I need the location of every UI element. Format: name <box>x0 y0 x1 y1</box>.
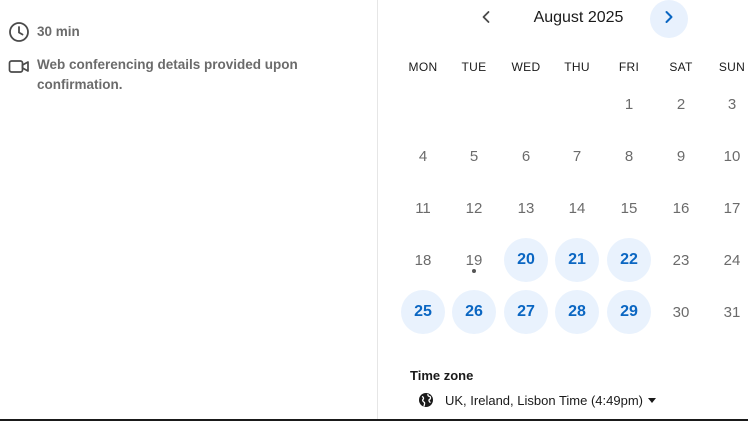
timezone-label: Time zone <box>410 368 474 383</box>
available-day-27[interactable]: 27 <box>504 290 548 334</box>
calendar-day-3: 3 <box>710 82 748 126</box>
calendar-day-31: 31 <box>710 290 748 334</box>
calendar-day-5: 5 <box>452 134 496 178</box>
conferencing-row: Web conferencing details provided upon c… <box>8 55 337 95</box>
calendar-day-1: 1 <box>607 82 651 126</box>
available-day-26[interactable]: 26 <box>452 290 496 334</box>
weekday-tue: TUE <box>461 60 487 74</box>
globe-icon <box>418 392 434 408</box>
calendar-day-17: 17 <box>710 186 748 230</box>
day-number: 4 <box>418 147 428 165</box>
calendar-day-2: 2 <box>659 82 703 126</box>
event-details-panel: 30 min Web conferencing details provided… <box>0 0 377 419</box>
video-camera-icon <box>8 55 30 77</box>
calendar-header: August 2025 <box>378 0 748 40</box>
conferencing-text: Web conferencing details provided upon c… <box>37 57 298 92</box>
calendar-day-11: 11 <box>401 186 445 230</box>
weekday-wed: WED <box>511 60 541 74</box>
day-number: 30 <box>672 303 690 321</box>
calendar-day-16: 16 <box>659 186 703 230</box>
next-month-button[interactable] <box>650 0 688 38</box>
timezone-value: UK, Ireland, Lisbon Time (4:49pm) <box>445 392 643 408</box>
weekday-fri: FRI <box>618 60 640 74</box>
day-number: 6 <box>521 147 531 165</box>
timezone-selector[interactable]: UK, Ireland, Lisbon Time (4:49pm) <box>418 392 656 408</box>
calendar-day-8: 8 <box>607 134 651 178</box>
day-number: 22 <box>620 251 638 268</box>
day-number: 25 <box>414 303 432 320</box>
day-number: 11 <box>415 199 431 217</box>
calendar-day-15: 15 <box>607 186 651 230</box>
previous-month-button[interactable] <box>467 0 505 38</box>
calendar-day-18: 18 <box>401 238 445 282</box>
day-number: 16 <box>672 199 690 217</box>
available-day-21[interactable]: 21 <box>555 238 599 282</box>
calendar-day-10: 10 <box>710 134 748 178</box>
caret-down-icon <box>647 397 656 403</box>
weekday-thu: THU <box>564 60 590 74</box>
chevron-left-icon <box>479 10 493 29</box>
available-day-22[interactable]: 22 <box>607 238 651 282</box>
day-number: 9 <box>676 147 686 165</box>
day-number: 5 <box>469 147 479 165</box>
day-number: 26 <box>465 303 483 320</box>
calendar-day-13: 13 <box>504 186 548 230</box>
available-day-29[interactable]: 29 <box>607 290 651 334</box>
clock-icon <box>8 21 30 43</box>
day-number: 7 <box>572 147 582 165</box>
day-number: 12 <box>465 199 483 217</box>
weekday-sun: SUN <box>718 60 746 74</box>
calendar-day-24: 24 <box>710 238 748 282</box>
available-day-28[interactable]: 28 <box>555 290 599 334</box>
day-number: 15 <box>620 199 638 217</box>
panel-divider <box>377 0 378 419</box>
duration-row: 30 min <box>8 21 80 43</box>
day-number: 20 <box>517 251 535 268</box>
day-number: 10 <box>723 147 741 165</box>
day-number: 24 <box>723 251 741 269</box>
day-number: 14 <box>568 199 586 217</box>
day-number: 18 <box>414 251 432 269</box>
day-number: 13 <box>517 199 535 217</box>
available-day-20[interactable]: 20 <box>504 238 548 282</box>
calendar-day-9: 9 <box>659 134 703 178</box>
day-number: 27 <box>517 303 535 320</box>
calendar-day-30: 30 <box>659 290 703 334</box>
day-number: 2 <box>676 95 686 113</box>
day-number: 3 <box>727 95 737 113</box>
day-number: 8 <box>624 147 634 165</box>
calendar-day-14: 14 <box>555 186 599 230</box>
day-number: 21 <box>568 251 586 268</box>
day-number: 1 <box>624 95 634 113</box>
chevron-right-icon <box>662 10 676 29</box>
weekday-mon: MON <box>408 60 438 74</box>
calendar-day-12: 12 <box>452 186 496 230</box>
day-number: 17 <box>723 199 741 217</box>
calendar-day-23: 23 <box>659 238 703 282</box>
month-title: August 2025 <box>533 9 624 26</box>
calendar-day-7: 7 <box>555 134 599 178</box>
duration-text: 30 min <box>37 24 80 39</box>
calendar-day-19: 19 <box>452 238 496 282</box>
calendar-day-6: 6 <box>504 134 548 178</box>
weekday-sat: SAT <box>669 60 693 74</box>
day-number: 19 <box>465 251 483 269</box>
available-day-25[interactable]: 25 <box>401 290 445 334</box>
day-number: 23 <box>672 251 690 269</box>
day-number: 28 <box>568 303 586 320</box>
calendar-day-4: 4 <box>401 134 445 178</box>
day-number: 31 <box>723 303 741 321</box>
today-indicator-dot <box>472 269 476 273</box>
day-number: 29 <box>620 303 638 320</box>
